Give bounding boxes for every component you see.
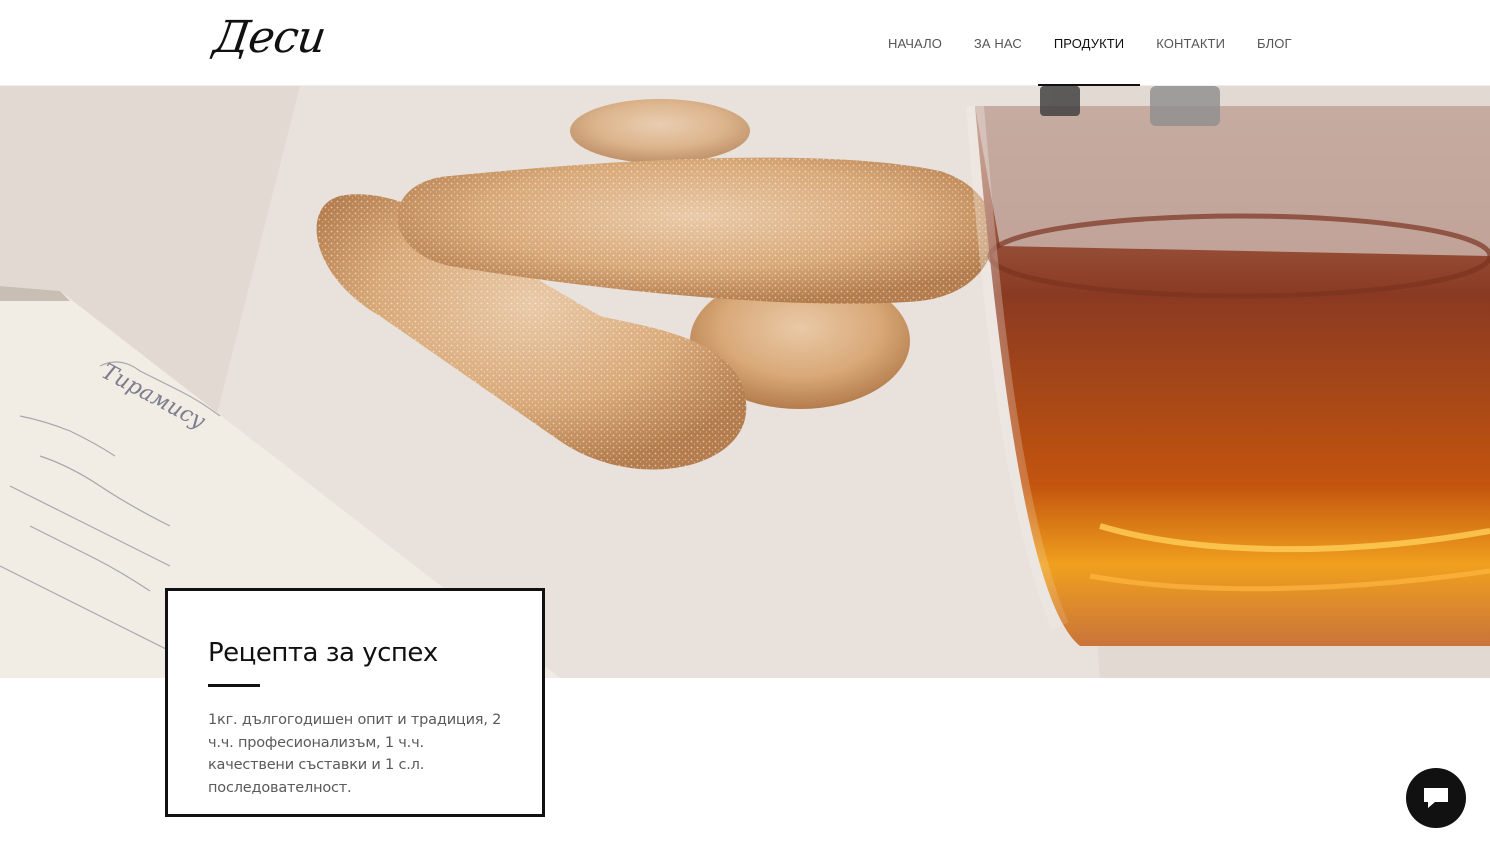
tea-glass <box>966 86 1490 646</box>
nav-item-products[interactable]: ПРОДУКТИ <box>1037 0 1141 86</box>
site-logo[interactable]: Деси <box>210 10 328 66</box>
nav-item-home[interactable]: НАЧАЛО <box>872 0 958 86</box>
card-divider <box>208 684 260 687</box>
card-title: Рецепта за успех <box>208 638 438 668</box>
chat-button[interactable] <box>1406 768 1466 828</box>
hero-info-card: Рецепта за успех 1кг. дългогодишен опит … <box>165 588 545 817</box>
chat-bubble-icon <box>1424 788 1448 808</box>
nav-item-contacts[interactable]: КОНТАКТИ <box>1140 0 1241 86</box>
nav-item-about[interactable]: ЗА НАС <box>958 0 1038 86</box>
nav-item-blog[interactable]: БЛОГ <box>1241 0 1308 86</box>
card-text: 1кг. дългогодишен опит и традиция, 2 ч.ч… <box>208 712 502 796</box>
site-header: Деси НАЧАЛО ЗА НАС ПРОДУКТИ КОНТАКТИ БЛО… <box>0 0 1490 86</box>
main-nav: НАЧАЛО ЗА НАС ПРОДУКТИ КОНТАКТИ БЛОГ <box>872 0 1308 86</box>
